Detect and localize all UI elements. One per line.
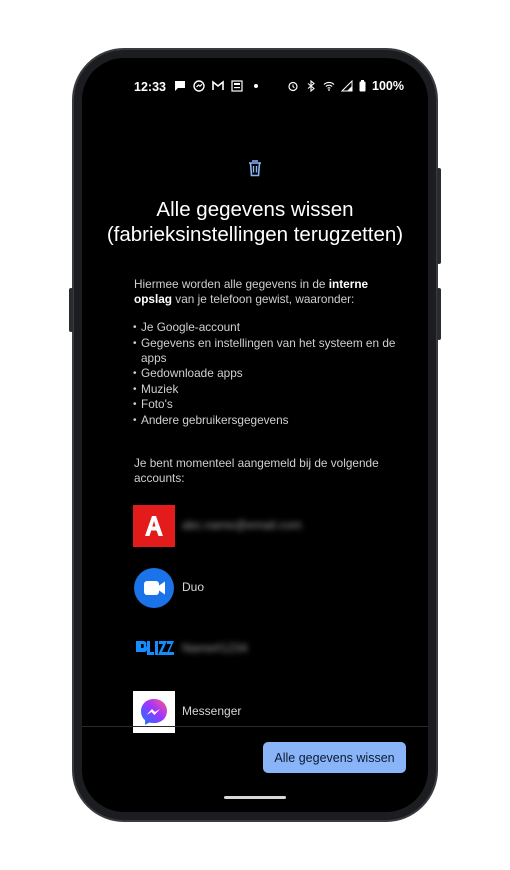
intro-text-part2: van je telefoon gewist, waaronder:: [172, 292, 355, 306]
message-icon: [175, 81, 185, 91]
list-item: Muziek: [133, 382, 399, 397]
intro-text: Hiermee worden alle gegevens in de inter…: [134, 277, 396, 307]
erase-all-data-button[interactable]: Alle gegevens wissen: [263, 742, 406, 773]
bottom-divider: [82, 726, 428, 727]
system-icons: 100%: [287, 79, 404, 93]
account-label: Messenger: [182, 704, 242, 718]
list-item: Foto's: [133, 397, 399, 412]
volume-button: [437, 168, 441, 264]
page-title: Alle gegevens wissen (fabrieksinstelling…: [106, 198, 404, 246]
bluetooth-icon: [307, 80, 315, 92]
list-item: Gegevens en instellingen van het systeem…: [133, 336, 399, 366]
gesture-nav-handle[interactable]: [224, 796, 286, 799]
trash-icon: [249, 160, 261, 177]
duo-icon: [134, 568, 174, 608]
side-button-left: [69, 288, 73, 332]
intro-text-part1: Hiermee worden alle gegevens in de: [134, 277, 329, 291]
list-item: Gedownloade apps: [133, 366, 399, 381]
adobe-icon: [133, 505, 175, 547]
list-item: Je Google-account: [133, 320, 399, 335]
status-time: 12:33: [134, 80, 166, 94]
battery-icon: [359, 80, 366, 92]
battery-percentage: 100%: [372, 79, 404, 93]
account-row-messenger: Messenger: [133, 691, 413, 735]
news-icon: [231, 80, 243, 92]
status-bar: 12:33 100%: [82, 58, 428, 98]
blizzard-icon: [133, 628, 175, 670]
account-label: Name#1234: [182, 641, 248, 655]
power-button: [437, 288, 441, 340]
signal-icon: [341, 80, 353, 92]
account-row-blizzard: Name#1234: [133, 628, 413, 672]
account-label: Duo: [182, 580, 205, 594]
data-items-list: Je Google-account Gegevens en instelling…: [133, 320, 399, 428]
messenger-icon: [193, 80, 205, 92]
accounts-intro-text: Je bent momenteel aangemeld bij de volge…: [134, 456, 379, 485]
dot-icon: [254, 84, 258, 88]
account-row-duo: Duo: [133, 567, 413, 611]
gmail-icon: [212, 80, 224, 90]
account-row-adobe: abc.name@email.com: [133, 505, 413, 549]
alarm-icon: [288, 81, 298, 92]
account-label: abc.name@email.com: [182, 518, 302, 532]
notification-icons: [174, 80, 262, 92]
wifi-icon: [323, 81, 335, 91]
list-item: Andere gebruikersgegevens: [133, 413, 399, 428]
phone-screen: 12:33 100% Alle gegevens wissen (fabriek…: [82, 58, 428, 812]
